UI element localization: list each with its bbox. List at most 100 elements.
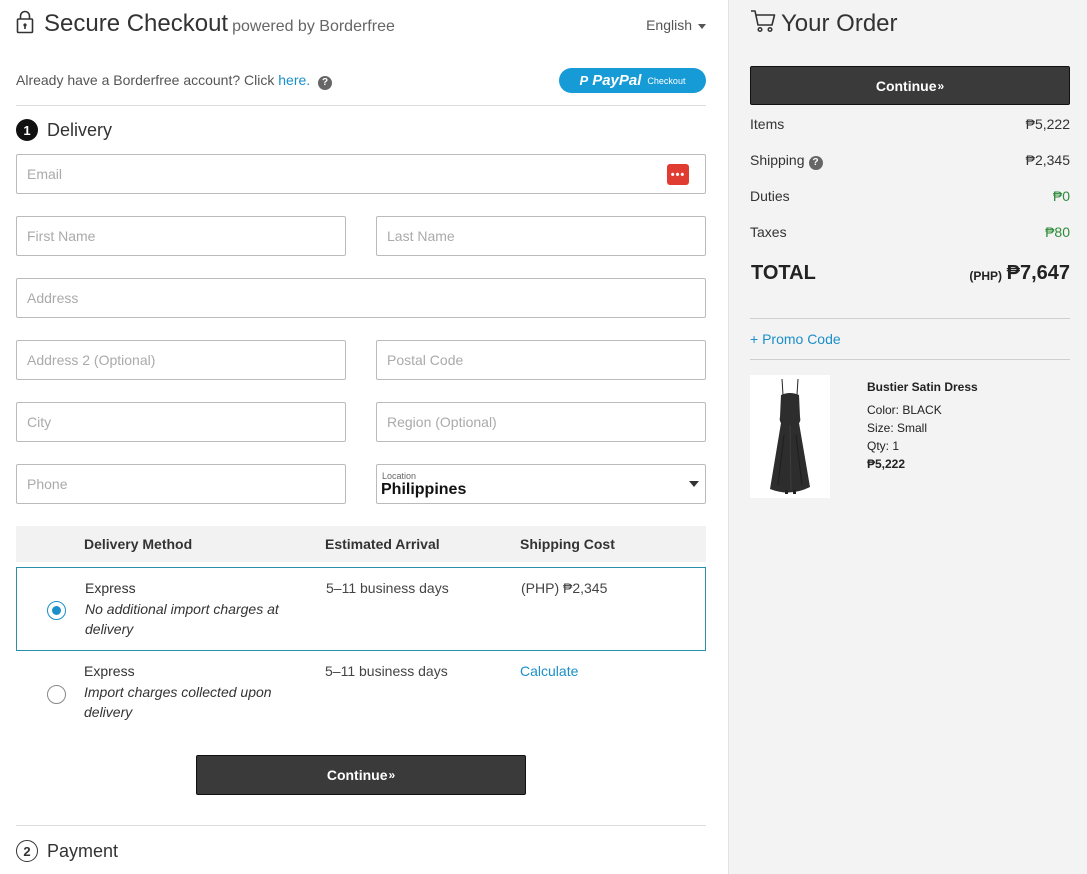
payment-step-heading[interactable]: 2 Payment xyxy=(16,840,118,862)
checkout-form-panel: Secure Checkout powered by Borderfree Eng… xyxy=(0,0,728,874)
total-label: TOTAL xyxy=(751,262,816,284)
taxes-label: Taxes xyxy=(750,224,787,240)
last-name-input[interactable] xyxy=(377,217,705,255)
shipping-label: Shipping xyxy=(750,152,805,168)
page-title: Secure Checkout powered by Borderfree xyxy=(44,10,395,38)
city-input[interactable] xyxy=(17,403,345,441)
duties-value: ₱0 xyxy=(1052,188,1070,204)
total-row: TOTAL (PHP) ₱7,647 xyxy=(751,262,1070,285)
items-row: Items ₱5,222 xyxy=(750,116,1070,132)
lock-icon xyxy=(16,10,34,34)
paypal-checkout-button[interactable]: P PayPal Checkout xyxy=(559,68,706,93)
phone-field[interactable] xyxy=(16,464,346,504)
powered-by-text: powered by Borderfree xyxy=(232,18,395,35)
step-number-badge: 1 xyxy=(16,119,38,141)
address2-field[interactable] xyxy=(16,340,346,380)
chevron-right-icon: » xyxy=(937,78,945,93)
product-details: Bustier Satin Dress Color: BLACK Size: S… xyxy=(867,378,978,473)
region-input[interactable] xyxy=(377,403,705,441)
header-estimated-arrival: Estimated Arrival xyxy=(325,536,440,552)
address-input[interactable] xyxy=(17,279,705,317)
promo-code-link[interactable]: + Promo Code xyxy=(750,331,841,347)
email-input[interactable] xyxy=(17,155,705,193)
step-title: Delivery xyxy=(47,119,113,140)
items-value: ₱5,222 xyxy=(1025,116,1070,132)
divider xyxy=(750,359,1070,360)
header-delivery-method: Delivery Method xyxy=(84,536,193,552)
delivery-option-ddp[interactable]: Express No additional import charges at … xyxy=(16,567,706,651)
delivery-continue-button[interactable]: Continue» xyxy=(196,755,526,795)
continue-label: Continue xyxy=(326,767,388,783)
language-label: English xyxy=(646,17,692,33)
location-select[interactable]: Location Philippines xyxy=(376,464,706,504)
delivery-option-cost: (PHP) ₱2,345 xyxy=(521,580,608,596)
delivery-method-header: Delivery Method Estimated Arrival Shippi… xyxy=(16,526,706,562)
delivery-option-desc: No additional import charges at delivery xyxy=(85,601,279,637)
delivery-option-name: Express xyxy=(85,580,136,596)
address-field[interactable] xyxy=(16,278,706,318)
duties-row: Duties ₱0 xyxy=(750,188,1070,204)
step-title: Payment xyxy=(47,840,119,861)
continue-label: Continue xyxy=(875,77,937,94)
shipping-row: Shipping? ₱2,345 xyxy=(750,152,1070,170)
cart-icon xyxy=(751,10,776,33)
last-name-field[interactable] xyxy=(376,216,706,256)
address2-input[interactable] xyxy=(17,341,345,379)
phone-input[interactable] xyxy=(17,465,345,503)
radio-button[interactable] xyxy=(47,685,66,704)
product-color: Color: BLACK xyxy=(867,403,942,417)
first-name-input[interactable] xyxy=(17,217,345,255)
paypal-p-icon: P xyxy=(579,73,589,88)
items-label: Items xyxy=(750,116,785,132)
divider xyxy=(750,318,1070,319)
taxes-value: ₱80 xyxy=(1045,224,1070,240)
header-shipping-cost: Shipping Cost xyxy=(520,536,615,552)
chevron-right-icon: » xyxy=(388,768,396,782)
email-field[interactable]: ••• xyxy=(16,154,706,194)
postal-code-input[interactable] xyxy=(377,341,705,379)
location-label: Location xyxy=(382,471,417,481)
product-name: Bustier Satin Dress xyxy=(867,380,978,394)
postal-code-field[interactable] xyxy=(376,340,706,380)
dropdown-arrow-icon xyxy=(689,481,699,487)
divider xyxy=(16,105,706,106)
region-field[interactable] xyxy=(376,402,706,442)
calculate-link[interactable]: Calculate xyxy=(520,663,578,679)
help-icon[interactable]: ? xyxy=(808,156,823,170)
delivery-option-arrival: 5–11 business days xyxy=(326,580,449,596)
location-value: Philippines xyxy=(381,481,467,498)
page-title-text: Secure Checkout xyxy=(44,10,229,37)
total-currency: (PHP) xyxy=(969,269,1002,283)
radio-button-selected[interactable] xyxy=(47,601,66,620)
delivery-option-ddu[interactable]: Express Import charges collected upon de… xyxy=(16,651,706,735)
product-qty: Qty: 1 xyxy=(867,439,900,453)
delivery-option-name: Express xyxy=(84,663,135,679)
order-continue-button[interactable]: Continue» xyxy=(750,66,1070,105)
total-value: ₱7,647 xyxy=(1006,262,1070,284)
city-field[interactable] xyxy=(16,402,346,442)
password-manager-icon[interactable]: ••• xyxy=(667,164,689,185)
chevron-down-icon xyxy=(698,23,706,29)
product-price: ₱5,222 xyxy=(867,457,906,471)
duties-label: Duties xyxy=(750,188,790,204)
product-image xyxy=(750,375,830,498)
paypal-logo: PayPal xyxy=(592,72,642,89)
order-title: Your Order xyxy=(781,10,898,37)
help-icon[interactable]: ? xyxy=(318,76,333,90)
account-login-link[interactable]: here. xyxy=(278,72,310,88)
divider xyxy=(16,825,706,826)
first-name-field[interactable] xyxy=(16,216,346,256)
dress-image xyxy=(770,378,810,494)
step-number-badge: 2 xyxy=(16,840,38,862)
account-prompt: Already have a Borderfree account? Click… xyxy=(16,72,333,90)
checkout-header: Secure Checkout powered by Borderfree Eng… xyxy=(16,8,706,40)
delivery-option-arrival: 5–11 business days xyxy=(325,663,448,679)
taxes-row: Taxes ₱80 xyxy=(750,224,1070,240)
language-selector[interactable]: English xyxy=(646,17,706,33)
product-size: Size: Small xyxy=(867,421,928,435)
paypal-checkout-label: Checkout xyxy=(647,75,686,86)
shipping-value: ₱2,345 xyxy=(1025,152,1070,168)
delivery-step-heading: 1 Delivery xyxy=(16,119,112,141)
order-summary-panel: Your Order Continue» Items ₱5,222 Shippi… xyxy=(728,0,1087,874)
radio-dot xyxy=(52,606,61,615)
